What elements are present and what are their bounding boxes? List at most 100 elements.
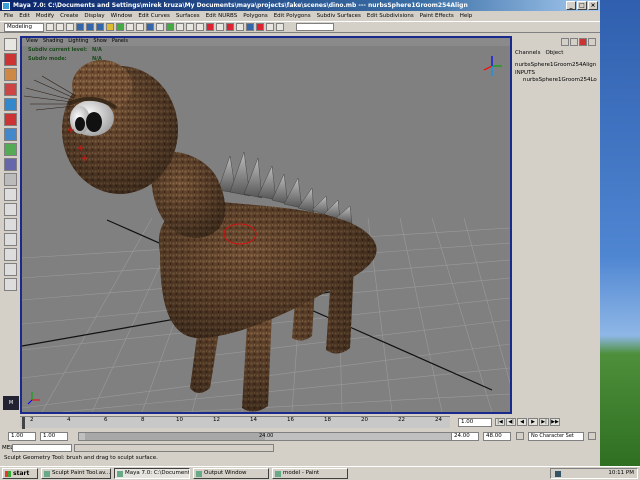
open-scene-icon[interactable]: [56, 23, 64, 31]
selected-object-name[interactable]: nurbsSphere1Groom254Align: [515, 62, 598, 68]
custom-layout-icon[interactable]: [3, 263, 17, 276]
character-set-icon[interactable]: [516, 432, 524, 440]
menu-window[interactable]: Window: [111, 13, 133, 19]
maximize-button[interactable]: □: [577, 1, 587, 10]
current-frame-marker[interactable]: [22, 417, 25, 429]
playback-end-field[interactable]: 24.00: [451, 432, 479, 441]
mask-surfaces-icon[interactable]: [136, 23, 144, 31]
universal-manipulator-icon[interactable]: [3, 128, 17, 141]
mask-curves-icon[interactable]: [126, 23, 134, 31]
save-scene-icon[interactable]: [66, 23, 74, 31]
character-set-dropdown[interactable]: No Character Set: [528, 432, 584, 441]
make-live-icon[interactable]: [226, 23, 234, 31]
outliner-layout-icon[interactable]: [3, 278, 17, 291]
panel-menu-view[interactable]: View: [26, 38, 38, 46]
perspective-viewport[interactable]: View Shading Lighting Show Panels Subdiv…: [20, 36, 512, 414]
move-tool-icon[interactable]: [3, 83, 17, 96]
mask-joints-icon[interactable]: [116, 23, 124, 31]
taskbar-item-sculpt-paint[interactable]: Sculpt Paint Tool.av...: [41, 468, 111, 479]
panel-menu-shading[interactable]: Shading: [43, 38, 63, 46]
range-bar[interactable]: 24.00: [78, 432, 453, 441]
tab-channels[interactable]: Channels: [515, 50, 540, 56]
close-button[interactable]: ×: [588, 1, 598, 10]
perspective-outliner-layout-icon[interactable]: [3, 218, 17, 231]
last-tool-icon[interactable]: [3, 173, 17, 186]
select-object-icon[interactable]: [86, 23, 94, 31]
hypershade-layout-icon[interactable]: [3, 248, 17, 261]
network-icon[interactable]: [555, 471, 561, 477]
step-back-key-button[interactable]: ◀|: [506, 418, 516, 426]
snap-view-plane-icon[interactable]: [216, 23, 224, 31]
menu-edit-nurbs[interactable]: Edit NURBS: [206, 13, 238, 19]
paint-select-tool-icon[interactable]: [3, 68, 17, 81]
menu-subdiv-surfaces[interactable]: Subdiv Surfaces: [317, 13, 361, 19]
play-backwards-button[interactable]: ◀: [517, 418, 527, 426]
snap-grid-icon[interactable]: [186, 23, 194, 31]
snap-curve-icon[interactable]: [196, 23, 204, 31]
mask-rendering-icon[interactable]: [166, 23, 174, 31]
ipr-render-icon[interactable]: [266, 23, 274, 31]
command-input[interactable]: [12, 444, 72, 452]
menu-modify[interactable]: Modify: [36, 13, 54, 19]
panel-menu-panels[interactable]: Panels: [112, 38, 128, 46]
show-tool-settings-icon[interactable]: [579, 38, 587, 46]
menu-help[interactable]: Help: [460, 13, 473, 19]
panel-menu-show[interactable]: Show: [93, 38, 107, 46]
current-frame-field[interactable]: 1.00: [458, 418, 492, 427]
animation-end-field[interactable]: 48.00: [483, 432, 511, 441]
start-button[interactable]: start: [2, 468, 38, 479]
step-forward-key-button[interactable]: ▶|: [539, 418, 549, 426]
select-component-icon[interactable]: [96, 23, 104, 31]
history-icon[interactable]: [236, 23, 244, 31]
new-scene-icon[interactable]: [46, 23, 54, 31]
menu-edit-curves[interactable]: Edit Curves: [138, 13, 170, 19]
show-layer-editor-icon[interactable]: [570, 38, 578, 46]
taskbar-item-maya[interactable]: Maya 7.0: C:\Documents...: [114, 468, 190, 479]
tab-object[interactable]: Object: [545, 50, 563, 56]
snap-point-icon[interactable]: [206, 23, 214, 31]
input-node[interactable]: nurbsSphere1Groom254Lo: [523, 77, 598, 83]
menu-create[interactable]: Create: [60, 13, 78, 19]
scale-tool-icon[interactable]: [3, 113, 17, 126]
four-view-layout-icon[interactable]: [3, 203, 17, 216]
show-channel-box-icon[interactable]: [561, 38, 569, 46]
render-view-icon[interactable]: [246, 23, 254, 31]
menu-file[interactable]: File: [4, 13, 13, 19]
menu-set-dropdown[interactable]: Modeling: [4, 22, 44, 32]
show-attribute-editor-icon[interactable]: [588, 38, 596, 46]
taskbar-item-output-window[interactable]: Output Window: [193, 468, 269, 479]
menu-paint-effects[interactable]: Paint Effects: [420, 13, 454, 19]
menu-edit[interactable]: Edit: [19, 13, 30, 19]
select-hierarchy-icon[interactable]: [76, 23, 84, 31]
go-to-end-button[interactable]: ▶▶: [550, 418, 560, 426]
menu-edit-polygons[interactable]: Edit Polygons: [274, 13, 311, 19]
range-bar-thumb[interactable]: [85, 433, 265, 440]
menu-edit-subdivisions[interactable]: Edit Subdivisions: [367, 13, 414, 19]
render-icon[interactable]: [256, 23, 264, 31]
menu-surfaces[interactable]: Surfaces: [176, 13, 200, 19]
command-language-label[interactable]: MEL: [2, 445, 13, 451]
go-to-start-button[interactable]: |◀: [495, 418, 505, 426]
mask-dynamics-icon[interactable]: [156, 23, 164, 31]
rotate-tool-icon[interactable]: [3, 98, 17, 111]
taskbar-item-paint[interactable]: model - Paint: [272, 468, 348, 479]
single-perspective-layout-icon[interactable]: [3, 188, 17, 201]
mask-misc-icon[interactable]: [176, 23, 184, 31]
playback-start-field[interactable]: 1.00: [40, 432, 68, 441]
select-tool-icon[interactable]: [3, 38, 17, 51]
selection-field[interactable]: [296, 23, 334, 31]
time-slider[interactable]: 2 4 6 8 10 12 14 16 18 20 22 24: [20, 416, 450, 429]
menu-polygons[interactable]: Polygons: [243, 13, 267, 19]
soft-modification-icon[interactable]: [3, 143, 17, 156]
panel-menu-lighting[interactable]: Lighting: [68, 38, 88, 46]
title-bar[interactable]: Maya 7.0: C:\Documents and Settings\mire…: [0, 0, 600, 11]
mask-handles-icon[interactable]: [106, 23, 114, 31]
show-manipulator-icon[interactable]: [3, 158, 17, 171]
play-forwards-button[interactable]: ▶: [528, 418, 538, 426]
perspective-graph-layout-icon[interactable]: [3, 233, 17, 246]
auto-key-icon[interactable]: [588, 432, 596, 440]
mask-deformations-icon[interactable]: [146, 23, 154, 31]
animation-start-field[interactable]: 1.00: [8, 432, 36, 441]
minimize-button[interactable]: _: [566, 1, 576, 10]
lasso-tool-icon[interactable]: [3, 53, 17, 66]
